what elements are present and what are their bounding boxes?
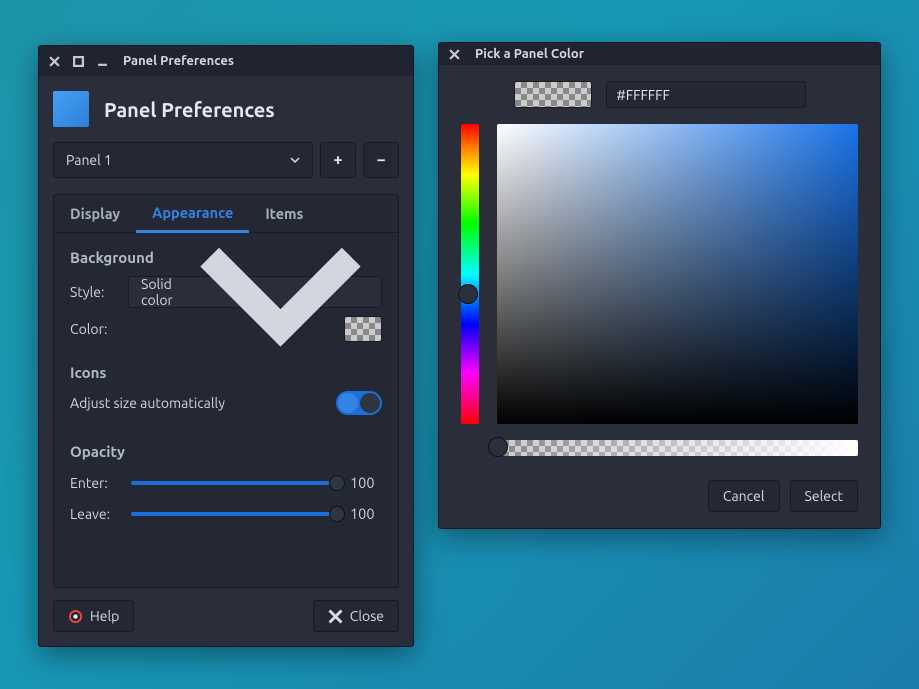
adjust-auto-label: Adjust size automatically bbox=[70, 395, 225, 411]
tab-content-appearance: Background Style: Solid color Color: Ico… bbox=[54, 233, 398, 587]
close-icon bbox=[328, 609, 343, 624]
titlebar-title: Panel Preferences bbox=[123, 54, 234, 68]
panel-selector[interactable]: Panel 1 bbox=[53, 142, 313, 178]
hue-slider[interactable] bbox=[461, 124, 479, 424]
select-button[interactable]: Select bbox=[790, 480, 858, 512]
select-button-label: Select bbox=[805, 488, 843, 504]
chevron-down-icon bbox=[192, 204, 369, 381]
style-label: Style: bbox=[70, 284, 118, 300]
titlebar-title: Pick a Panel Color bbox=[475, 47, 584, 61]
opacity-enter-slider[interactable] bbox=[131, 481, 337, 485]
window-header: Panel Preferences bbox=[39, 76, 413, 142]
maximize-icon[interactable] bbox=[71, 54, 85, 68]
style-select[interactable]: Solid color bbox=[128, 276, 382, 308]
opacity-enter-label: Enter: bbox=[70, 475, 118, 491]
tab-frame: Display Appearance Items Background Styl… bbox=[53, 194, 399, 588]
slider-knob[interactable] bbox=[329, 475, 345, 491]
help-icon bbox=[68, 609, 83, 624]
close-button-label: Close bbox=[350, 608, 384, 624]
panel-preferences-window: Panel Preferences Panel Preferences Pane… bbox=[38, 45, 414, 647]
titlebar[interactable]: Panel Preferences bbox=[39, 46, 413, 76]
opacity-leave-value: 100 bbox=[350, 505, 382, 522]
help-button[interactable]: Help bbox=[53, 600, 134, 632]
color-swatch-button[interactable] bbox=[344, 316, 382, 342]
close-icon[interactable] bbox=[447, 47, 461, 61]
panel-selector-value: Panel 1 bbox=[66, 152, 112, 168]
hue-slider-knob[interactable] bbox=[458, 284, 478, 304]
saturation-value-field[interactable] bbox=[497, 124, 858, 424]
close-icon[interactable] bbox=[47, 54, 61, 68]
close-button[interactable]: Close bbox=[313, 600, 399, 632]
help-button-label: Help bbox=[90, 608, 119, 624]
chevron-down-icon bbox=[290, 155, 300, 165]
minimize-icon[interactable] bbox=[95, 54, 109, 68]
opacity-leave-slider[interactable] bbox=[131, 512, 337, 516]
section-title-opacity: Opacity bbox=[70, 443, 382, 460]
header-title: Panel Preferences bbox=[104, 98, 275, 121]
style-select-value: Solid color bbox=[141, 276, 192, 308]
color-preview-swatch bbox=[514, 81, 592, 108]
alpha-slider-knob[interactable] bbox=[488, 437, 508, 457]
cancel-button-label: Cancel bbox=[723, 488, 765, 504]
color-picker-window: Pick a Panel Color #FFFFFF Cancel Select bbox=[438, 42, 881, 529]
slider-knob[interactable] bbox=[329, 506, 345, 522]
hex-input-value: #FFFFFF bbox=[617, 87, 670, 103]
color-label: Color: bbox=[70, 321, 118, 337]
titlebar[interactable]: Pick a Panel Color bbox=[439, 43, 880, 65]
cancel-button[interactable]: Cancel bbox=[708, 480, 780, 512]
opacity-leave-label: Leave: bbox=[70, 506, 118, 522]
opacity-enter-value: 100 bbox=[350, 474, 382, 491]
alpha-slider[interactable] bbox=[497, 440, 858, 456]
add-panel-button[interactable]: + bbox=[320, 142, 356, 178]
adjust-auto-toggle[interactable] bbox=[336, 391, 382, 415]
remove-panel-button[interactable]: − bbox=[363, 142, 399, 178]
hex-input[interactable]: #FFFFFF bbox=[606, 81, 806, 108]
tab-display[interactable]: Display bbox=[54, 195, 136, 232]
panel-glyph-icon bbox=[53, 91, 89, 127]
